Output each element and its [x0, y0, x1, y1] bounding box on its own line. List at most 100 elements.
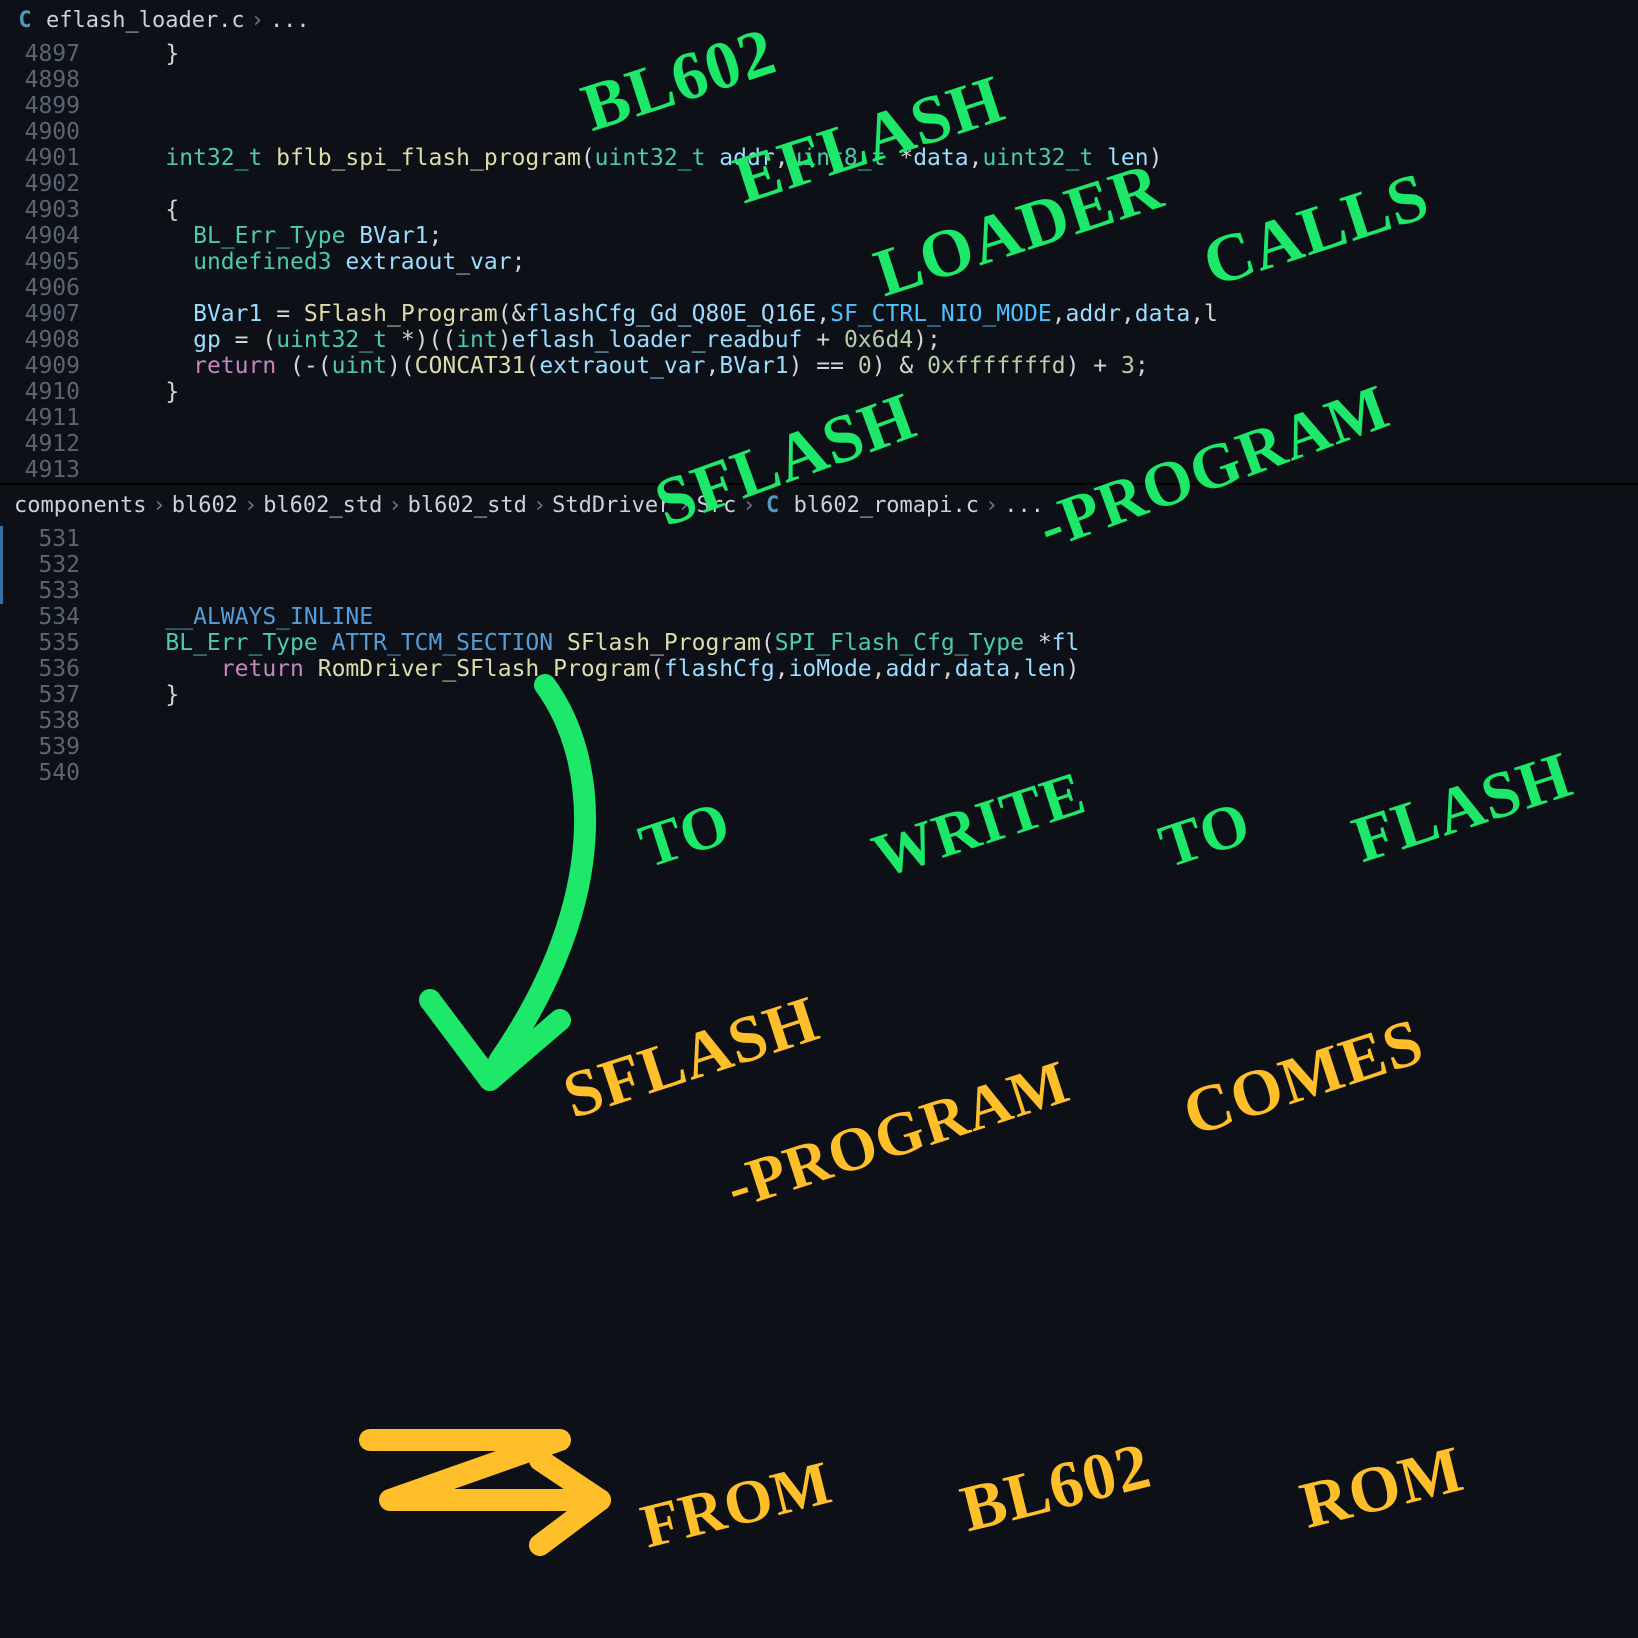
- note-comes: COMES: [1174, 1004, 1432, 1153]
- c-file-icon: C: [14, 10, 36, 32]
- chevron-right-icon: ›: [251, 8, 264, 33]
- code-content[interactable]: {: [110, 197, 1638, 223]
- note-to2: TO: [1151, 788, 1259, 883]
- line-number: 537: [0, 682, 110, 708]
- code-line[interactable]: 4913: [0, 457, 1638, 483]
- breadcrumb-segment[interactable]: bl602: [172, 493, 238, 518]
- code-content[interactable]: [110, 708, 1638, 734]
- line-number: 534: [0, 604, 110, 630]
- code-line[interactable]: 534 __ALWAYS_INLINE: [0, 604, 1638, 630]
- code-line[interactable]: 536 return RomDriver_SFlash_Program(flas…: [0, 656, 1638, 682]
- line-number: 4903: [0, 197, 110, 223]
- code-line[interactable]: 538: [0, 708, 1638, 734]
- note-program2: -PROGRAM: [718, 1047, 1078, 1224]
- code-line[interactable]: 4898: [0, 67, 1638, 93]
- breadcrumb-segment[interactable]: bl602_std: [263, 493, 382, 518]
- code-content[interactable]: [110, 93, 1638, 119]
- line-number: 536: [0, 656, 110, 682]
- code-line[interactable]: 4907 BVar1 = SFlash_Program(&flashCfg_Gd…: [0, 301, 1638, 327]
- code-content[interactable]: }: [110, 41, 1638, 67]
- line-number: 4907: [0, 301, 110, 327]
- code-line[interactable]: 4897 }: [0, 41, 1638, 67]
- code-content[interactable]: [110, 760, 1638, 786]
- breadcrumb-bottom[interactable]: components›bl602›bl602_std›bl602_std›Std…: [0, 485, 1638, 526]
- code-content[interactable]: [110, 552, 1638, 578]
- line-number: 4910: [0, 379, 110, 405]
- code-content[interactable]: [110, 405, 1638, 431]
- code-line[interactable]: 540: [0, 760, 1638, 786]
- code-content[interactable]: [110, 171, 1638, 197]
- code-content[interactable]: [110, 275, 1638, 301]
- note-sflash2: SFLASH: [555, 981, 828, 1134]
- code-line[interactable]: 4900: [0, 119, 1638, 145]
- code-content[interactable]: undefined3 extraout_var;: [110, 249, 1638, 275]
- note-rom: ROM: [1293, 1431, 1471, 1544]
- breadcrumb-segment[interactable]: Src: [697, 493, 737, 518]
- c-file-icon: C: [762, 495, 784, 517]
- code-content[interactable]: }: [110, 379, 1638, 405]
- code-line[interactable]: 4905 undefined3 extraout_var;: [0, 249, 1638, 275]
- breadcrumb-top[interactable]: C eflash_loader.c › ...: [0, 0, 1638, 41]
- line-number: 533: [0, 578, 110, 604]
- code-area-top[interactable]: 4897 }4898489949004901 int32_t bflb_spi_…: [0, 41, 1638, 483]
- code-area-bottom[interactable]: 531532533534 __ALWAYS_INLINE535 BL_Err_T…: [0, 526, 1638, 786]
- code-line[interactable]: 4901 int32_t bflb_spi_flash_program(uint…: [0, 145, 1638, 171]
- code-content[interactable]: __ALWAYS_INLINE: [110, 604, 1638, 630]
- code-content[interactable]: int32_t bflb_spi_flash_program(uint32_t …: [110, 145, 1638, 171]
- note-bl6022: BL602: [954, 1428, 1159, 1548]
- code-content[interactable]: BL_Err_Type BVar1;: [110, 223, 1638, 249]
- breadcrumb-segment[interactable]: StdDriver: [552, 493, 671, 518]
- code-content[interactable]: }: [110, 682, 1638, 708]
- line-number: 4911: [0, 405, 110, 431]
- breadcrumb-file[interactable]: eflash_loader.c: [46, 8, 245, 33]
- code-line[interactable]: 537 }: [0, 682, 1638, 708]
- line-number: 4900: [0, 119, 110, 145]
- line-number: 4906: [0, 275, 110, 301]
- line-number: 531: [0, 526, 110, 552]
- code-line[interactable]: 4909 return (-(uint)(CONCAT31(extraout_v…: [0, 353, 1638, 379]
- breadcrumb-file[interactable]: bl602_romapi.c: [794, 493, 979, 518]
- chevron-right-icon: ›: [152, 493, 165, 518]
- code-line[interactable]: 4903 {: [0, 197, 1638, 223]
- code-line[interactable]: 533: [0, 578, 1638, 604]
- top-editor-pane: C eflash_loader.c › ... 4897 }4898489949…: [0, 0, 1638, 483]
- code-content[interactable]: [110, 119, 1638, 145]
- breadcrumb-segment[interactable]: bl602_std: [408, 493, 527, 518]
- code-content[interactable]: [110, 578, 1638, 604]
- code-content[interactable]: [110, 734, 1638, 760]
- bottom-editor-pane: components›bl602›bl602_std›bl602_std›Std…: [0, 485, 1638, 786]
- code-content[interactable]: return (-(uint)(CONCAT31(extraout_var,BV…: [110, 353, 1638, 379]
- code-content[interactable]: [110, 457, 1638, 483]
- code-content[interactable]: return RomDriver_SFlash_Program(flashCfg…: [110, 656, 1638, 682]
- line-number: 4902: [0, 171, 110, 197]
- chevron-right-icon: ›: [388, 493, 401, 518]
- chevron-right-icon: ›: [677, 493, 690, 518]
- line-number: 4913: [0, 457, 110, 483]
- code-line[interactable]: 4902: [0, 171, 1638, 197]
- code-line[interactable]: 4910 }: [0, 379, 1638, 405]
- code-content[interactable]: [110, 431, 1638, 457]
- code-content[interactable]: gp = (uint32_t *)((int)eflash_loader_rea…: [110, 327, 1638, 353]
- chevron-right-icon: ›: [244, 493, 257, 518]
- breadcrumb-more[interactable]: ...: [270, 8, 310, 33]
- line-number: 532: [0, 552, 110, 578]
- code-content[interactable]: [110, 67, 1638, 93]
- code-line[interactable]: 4908 gp = (uint32_t *)((int)eflash_loade…: [0, 327, 1638, 353]
- code-line[interactable]: 532: [0, 552, 1638, 578]
- code-line[interactable]: 4899: [0, 93, 1638, 119]
- code-line[interactable]: 535 BL_Err_Type ATTR_TCM_SECTION SFlash_…: [0, 630, 1638, 656]
- code-line[interactable]: 4912: [0, 431, 1638, 457]
- line-number: 4898: [0, 67, 110, 93]
- line-number: 4904: [0, 223, 110, 249]
- code-line[interactable]: 531: [0, 526, 1638, 552]
- code-content[interactable]: [110, 526, 1638, 552]
- code-content[interactable]: BL_Err_Type ATTR_TCM_SECTION SFlash_Prog…: [110, 630, 1638, 656]
- code-line[interactable]: 539: [0, 734, 1638, 760]
- note-to1: TO: [631, 788, 739, 883]
- code-content[interactable]: BVar1 = SFlash_Program(&flashCfg_Gd_Q80E…: [110, 301, 1638, 327]
- code-line[interactable]: 4906: [0, 275, 1638, 301]
- breadcrumb-more[interactable]: ...: [1004, 493, 1044, 518]
- code-line[interactable]: 4904 BL_Err_Type BVar1;: [0, 223, 1638, 249]
- breadcrumb-segment[interactable]: components: [14, 493, 146, 518]
- code-line[interactable]: 4911: [0, 405, 1638, 431]
